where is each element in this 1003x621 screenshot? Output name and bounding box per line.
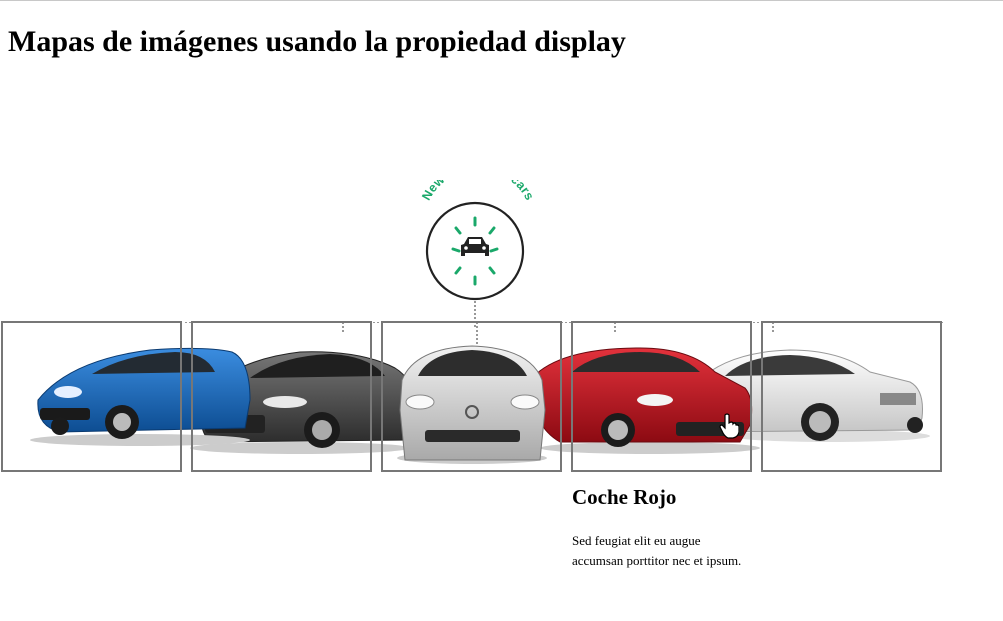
- tooltip-text: Sed feugiat elit eu augue accumsan portt…: [572, 533, 742, 568]
- page-title: Mapas de imágenes usando la propiedad di…: [8, 25, 626, 58]
- badge-logo: Newer, cleaner cars: [419, 180, 537, 328]
- tooltip-title: Coche Rojo: [572, 485, 677, 509]
- svg-text:Newer, cleaner cars: Newer, cleaner cars: [419, 180, 537, 203]
- top-divider: [0, 0, 1003, 1]
- map-area-white-car[interactable]: [761, 321, 942, 472]
- map-area-silver-car[interactable]: [381, 321, 562, 472]
- hand-cursor-icon: [719, 413, 739, 439]
- badge-text: Newer, cleaner cars: [419, 180, 536, 203]
- map-area-red-car[interactable]: [571, 321, 752, 472]
- map-area-dark-car[interactable]: [191, 321, 372, 472]
- map-area-blue-car[interactable]: [1, 321, 182, 472]
